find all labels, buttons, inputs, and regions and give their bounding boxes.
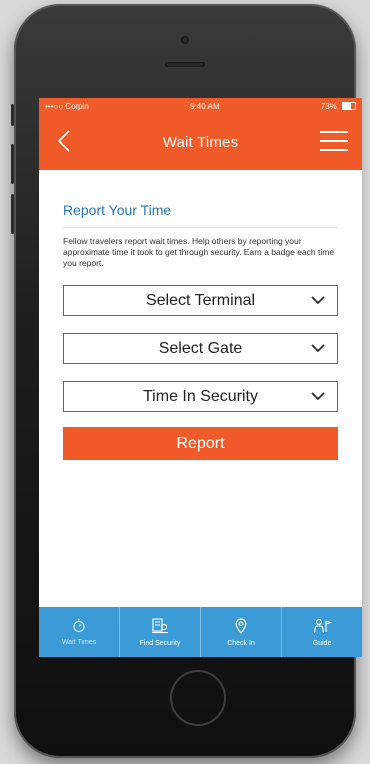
mute-switch: [11, 104, 14, 126]
chevron-left-icon: [57, 130, 70, 152]
nav-bar: Wait Times: [39, 114, 362, 170]
guide-icon: [313, 618, 332, 633]
front-camera: [181, 36, 189, 44]
time-in-security-dropdown[interactable]: Time In Security: [63, 381, 338, 412]
select-terminal-dropdown[interactable]: Select Terminal: [63, 285, 338, 316]
back-button[interactable]: [55, 129, 75, 153]
page-title: Wait Times: [162, 133, 239, 151]
select-label: Time In Security: [143, 387, 258, 405]
tab-check-in[interactable]: Check In: [201, 607, 282, 657]
status-bar: •••○○ Corpin 9:40 AM 73%: [39, 98, 362, 114]
volume-up-button: [11, 144, 14, 184]
tab-bar: Wait Times Find Security Check In Guide: [39, 607, 362, 657]
hamburger-line: [320, 149, 348, 151]
tab-find-security[interactable]: Find Security: [120, 607, 201, 657]
battery-percent: 73%: [320, 101, 337, 111]
location-pin-icon: [235, 617, 247, 634]
status-time: 9:40 AM: [190, 101, 220, 111]
tab-label: Wait Times: [61, 639, 97, 646]
stopwatch-icon: [73, 619, 85, 633]
battery-icon: [342, 102, 356, 111]
home-button[interactable]: [170, 670, 226, 726]
report-form: Report Your Time Fellow travelers report…: [39, 170, 362, 460]
report-button[interactable]: Report: [63, 427, 338, 460]
chevron-down-icon: [311, 296, 325, 305]
hamburger-line: [320, 140, 348, 142]
chevron-down-icon: [311, 344, 325, 353]
hamburger-menu-icon: [320, 131, 348, 133]
menu-button[interactable]: [320, 130, 348, 152]
tab-guide[interactable]: Guide: [282, 607, 362, 657]
report-description: Fellow travelers report wait times. Help…: [63, 236, 335, 268]
earpiece-speaker: [165, 62, 205, 67]
section-title: Report Your Time: [63, 202, 338, 228]
tab-label: Find Security: [139, 639, 181, 647]
volume-down-button: [11, 194, 14, 234]
tab-label: Check In: [227, 639, 255, 647]
app-screen: •••○○ Corpin 9:40 AM 73% Wait Times Repo…: [39, 98, 362, 657]
select-label: Select Gate: [158, 339, 243, 357]
tab-label: Guide: [312, 639, 332, 647]
security-checkpoint-icon: [152, 617, 168, 633]
battery-indicator: 73%: [321, 102, 356, 111]
chevron-down-icon: [311, 392, 325, 401]
select-gate-dropdown[interactable]: Select Gate: [63, 333, 338, 364]
select-label: Select Terminal: [145, 291, 256, 309]
tab-wait-times[interactable]: Wait Times: [39, 607, 120, 657]
carrier-signal: •••○○ Corpin: [45, 101, 89, 111]
